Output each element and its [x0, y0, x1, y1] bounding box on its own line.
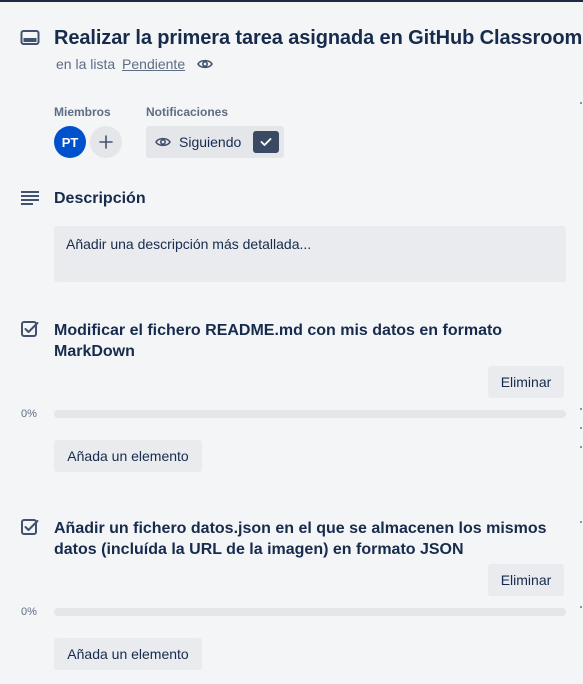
add-item-button[interactable]: Añada un elemento	[54, 440, 202, 472]
sidebar-edge	[580, 408, 582, 410]
notifications-label: Notificaciones	[146, 105, 229, 119]
sidebar-edge	[580, 521, 582, 523]
list-prefix: en la lista	[56, 56, 116, 72]
plus-icon	[99, 135, 113, 149]
sidebar-edge	[580, 606, 582, 608]
eye-icon	[155, 137, 171, 147]
delete-checklist-button[interactable]: Eliminar	[488, 366, 564, 398]
description-lines-icon	[21, 191, 39, 205]
description-title: Descripción	[54, 190, 146, 207]
add-item-button[interactable]: Añada un elemento	[54, 638, 202, 670]
follow-label: Siguiendo	[179, 134, 242, 150]
add-member-button[interactable]	[90, 126, 122, 158]
checklist-progress: 0%	[21, 606, 37, 618]
checklist-icon	[21, 519, 39, 535]
checkmark-icon	[260, 138, 272, 146]
checklist-title[interactable]: Añadir un fichero datos.json en el que s…	[54, 518, 554, 560]
progress-bar	[54, 410, 566, 418]
sidebar-edge	[580, 427, 582, 429]
delete-checklist-button[interactable]: Eliminar	[488, 564, 564, 596]
following-check	[253, 131, 279, 153]
checklist-progress: 0%	[21, 408, 37, 420]
checklist-title[interactable]: Modificar el fichero README.md con mis d…	[54, 320, 524, 362]
follow-button[interactable]: Siguiendo	[146, 126, 284, 158]
card-title[interactable]: Realizar la primera tarea asignada en Gi…	[54, 27, 582, 50]
checklist-icon	[21, 321, 39, 337]
members-label: Miembros	[54, 105, 111, 119]
description-placeholder: Añadir una descripción más detallada...	[66, 236, 312, 252]
eye-icon[interactable]	[197, 57, 213, 71]
avatar[interactable]: PT	[54, 126, 86, 158]
top-border	[0, 0, 583, 2]
list-info: en la lista Pendiente	[56, 56, 185, 72]
card-icon	[20, 30, 40, 45]
sidebar-edge	[580, 102, 582, 104]
progress-bar	[54, 608, 566, 616]
sidebar-edge	[580, 446, 582, 448]
list-link[interactable]: Pendiente	[122, 56, 185, 72]
description-input[interactable]: Añadir una descripción más detallada...	[54, 226, 566, 282]
